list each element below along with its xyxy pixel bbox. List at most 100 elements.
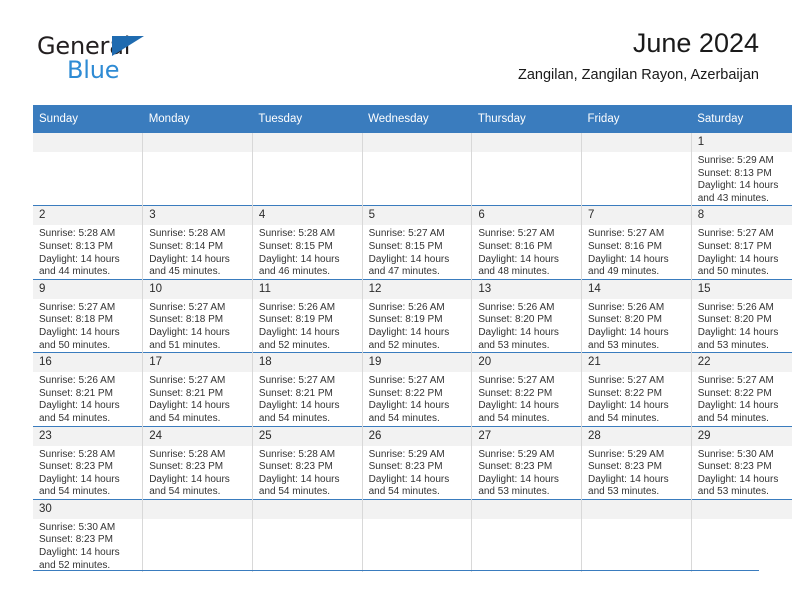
calendar-day-cell[interactable]: 21 Sunrise: 5:27 AM Sunset: 8:22 PM Dayligh…: [581, 352, 692, 426]
daylight-text-line1: Daylight: 14 hours: [697, 253, 779, 265]
calendar-day-cell[interactable]: 12 Sunrise: 5:26 AM Sunset: 8:19 PM Dayligh…: [362, 278, 473, 353]
calendar-day-cell-empty: [581, 133, 692, 206]
daylight-text-line2: and 53 minutes.: [588, 486, 660, 498]
calendar-day-cell[interactable]: 26 Sunrise: 5:29 AM Sunset: 8:23 PM Dayligh…: [362, 425, 473, 500]
daylight-text-line1: Daylight: 14 hours: [258, 326, 340, 338]
calendar-day-cell-empty: [581, 498, 692, 573]
sunset-text: Sunset: 8:17 PM: [697, 240, 772, 252]
day-number: 11: [252, 280, 362, 299]
sunrise-text: Sunrise: 5:27 AM: [368, 375, 445, 387]
calendar-day-cell[interactable]: 20 Sunrise: 5:27 AM Sunset: 8:22 PM Dayligh…: [471, 352, 583, 426]
calendar-day-cell[interactable]: 11 Sunrise: 5:26 AM Sunset: 8:19 PM Dayligh…: [252, 278, 363, 353]
calendar-day-cell[interactable]: 27 Sunrise: 5:29 AM Sunset: 8:23 PM Dayligh…: [471, 425, 583, 500]
sunset-text: Sunset: 8:15 PM: [258, 240, 333, 252]
day-number: 26: [362, 427, 471, 446]
day-sun-info: Sunrise: 5:27 AM Sunset: 8:18 PM Daylight:…: [33, 299, 142, 352]
calendar-day-cell[interactable]: 25 Sunrise: 5:28 AM Sunset: 8:23 PM Dayligh…: [252, 425, 363, 500]
calendar-day-cell-empty: [471, 498, 583, 573]
page-header: General Blue June 2024 Zangilan, Zangila…: [33, 26, 759, 98]
daylight-text-line2: and 54 minutes.: [39, 486, 111, 498]
calendar-day-cell[interactable]: 3 Sunrise: 5:28 AM Sunset: 8:14 PM Daylight…: [142, 205, 253, 280]
day-sun-info: Sunrise: 5:26 AM Sunset: 8:20 PM Daylight:…: [582, 299, 690, 352]
day-number: 22: [691, 353, 792, 373]
sunrise-text: Sunrise: 5:30 AM: [39, 521, 116, 533]
daylight-text-line1: Daylight: 14 hours: [478, 253, 559, 265]
day-sun-info: Sunrise: 5:26 AM Sunset: 8:20 PM Daylight:…: [472, 299, 580, 352]
calendar-day-cell[interactable]: 23 Sunrise: 5:28 AM Sunset: 8:23 PM Dayligh…: [33, 425, 144, 500]
sunset-text: Sunset: 8:14 PM: [149, 240, 224, 252]
calendar-day-cell[interactable]: 5 Sunrise: 5:27 AM Sunset: 8:15 PM Daylight…: [362, 205, 473, 280]
calendar-day-cell[interactable]: 1 Sunrise: 5:29 AM Sunset: 8:13 PM Daylight…: [691, 133, 792, 206]
day-number: [472, 500, 581, 519]
sunset-text: Sunset: 8:21 PM: [149, 387, 224, 399]
daylight-text-line1: Daylight: 14 hours: [368, 253, 450, 265]
sunrise-text: Sunrise: 5:27 AM: [588, 375, 665, 387]
sunset-text: Sunset: 8:23 PM: [39, 461, 113, 473]
calendar-day-cell[interactable]: 15 Sunrise: 5:26 AM Sunset: 8:20 PM Dayligh…: [691, 278, 792, 353]
daylight-text-line1: Daylight: 14 hours: [149, 326, 230, 338]
day-number: [252, 500, 362, 519]
day-sun-info: Sunrise: 5:27 AM Sunset: 8:17 PM Daylight:…: [692, 225, 792, 278]
sunrise-text: Sunrise: 5:27 AM: [478, 228, 555, 240]
daylight-text-line2: and 54 minutes.: [149, 486, 221, 498]
logo-text-blue: Blue: [67, 56, 120, 84]
day-number: 23: [33, 427, 142, 446]
calendar-day-cell[interactable]: 28 Sunrise: 5:29 AM Sunset: 8:23 PM Dayligh…: [581, 425, 692, 500]
calendar-week-row: 30 Sunrise: 5:30 AM Sunset: 8:23 PM Dayligh…: [33, 498, 792, 573]
calendar-day-cell[interactable]: 17 Sunrise: 5:27 AM Sunset: 8:21 PM Dayligh…: [142, 352, 253, 426]
daylight-text-line2: and 47 minutes.: [368, 266, 440, 278]
day-sun-info: Sunrise: 5:27 AM Sunset: 8:22 PM Daylight:…: [472, 372, 580, 425]
calendar-page: General Blue June 2024 Zangilan, Zangila…: [0, 0, 792, 612]
sunrise-text: Sunrise: 5:27 AM: [149, 301, 226, 313]
day-sun-info: Sunrise: 5:27 AM Sunset: 8:18 PM Daylight:…: [143, 299, 251, 352]
sunrise-text: Sunrise: 5:28 AM: [258, 448, 336, 460]
sunrise-text: Sunrise: 5:29 AM: [588, 448, 665, 460]
calendar-day-cell[interactable]: 16 Sunrise: 5:26 AM Sunset: 8:21 PM Dayligh…: [33, 352, 144, 426]
day-sun-info: Sunrise: 5:27 AM Sunset: 8:21 PM Daylight:…: [253, 372, 361, 425]
daylight-text-line2: and 54 minutes.: [258, 486, 331, 498]
calendar-week-row: 23 Sunrise: 5:28 AM Sunset: 8:23 PM Dayligh…: [33, 425, 792, 500]
calendar-day-cell[interactable]: 10 Sunrise: 5:27 AM Sunset: 8:18 PM Dayligh…: [142, 278, 253, 353]
sunrise-text: Sunrise: 5:28 AM: [39, 228, 116, 240]
sunrise-text: Sunrise: 5:28 AM: [149, 448, 226, 460]
day-sun-info: Sunrise: 5:28 AM Sunset: 8:23 PM Daylight:…: [143, 446, 251, 499]
calendar-day-cell[interactable]: 18 Sunrise: 5:27 AM Sunset: 8:21 PM Dayligh…: [252, 352, 363, 426]
daylight-text-line2: and 54 minutes.: [39, 412, 111, 424]
sunrise-text: Sunrise: 5:30 AM: [697, 448, 774, 460]
calendar-day-cell[interactable]: 7 Sunrise: 5:27 AM Sunset: 8:16 PM Daylight…: [581, 205, 692, 280]
day-number: 27: [472, 427, 581, 446]
sunset-text: Sunset: 8:22 PM: [588, 387, 662, 399]
calendar-header-row: Sunday Monday Tuesday Wednesday Thursday…: [33, 105, 792, 133]
calendar-day-cell[interactable]: 8 Sunrise: 5:27 AM Sunset: 8:17 PM Daylight…: [691, 205, 792, 280]
sunrise-text: Sunrise: 5:27 AM: [39, 301, 116, 313]
calendar-day-cell-empty: [142, 498, 253, 573]
calendar-day-cell[interactable]: 24 Sunrise: 5:28 AM Sunset: 8:23 PM Dayligh…: [142, 425, 253, 500]
calendar-week-row: 9 Sunrise: 5:27 AM Sunset: 8:18 PM Daylight…: [33, 278, 792, 353]
daylight-text-line2: and 53 minutes.: [697, 486, 769, 498]
calendar-day-cell[interactable]: 22 Sunrise: 5:27 AM Sunset: 8:22 PM Dayligh…: [691, 352, 792, 426]
day-number: 20: [472, 353, 581, 373]
general-blue-logo[interactable]: General Blue: [37, 32, 237, 90]
sunset-text: Sunset: 8:23 PM: [39, 534, 113, 546]
sunrise-text: Sunrise: 5:27 AM: [478, 375, 555, 387]
daylight-text-line2: and 50 minutes.: [39, 339, 111, 351]
calendar-day-cell[interactable]: 9 Sunrise: 5:27 AM Sunset: 8:18 PM Daylight…: [33, 278, 144, 353]
calendar-day-cell[interactable]: 30 Sunrise: 5:30 AM Sunset: 8:23 PM Dayligh…: [33, 498, 144, 573]
sunrise-text: Sunrise: 5:28 AM: [149, 228, 226, 240]
sunrise-text: Sunrise: 5:26 AM: [588, 301, 665, 313]
calendar-day-cell[interactable]: 4 Sunrise: 5:28 AM Sunset: 8:15 PM Daylight…: [252, 205, 363, 280]
calendar-day-cell[interactable]: 19 Sunrise: 5:27 AM Sunset: 8:22 PM Dayligh…: [362, 352, 473, 426]
calendar-day-cell[interactable]: 14 Sunrise: 5:26 AM Sunset: 8:20 PM Dayligh…: [581, 278, 692, 353]
calendar-day-cell[interactable]: 13 Sunrise: 5:26 AM Sunset: 8:20 PM Dayligh…: [471, 278, 583, 353]
daylight-text-line2: and 54 minutes.: [368, 412, 440, 424]
day-number: 7: [582, 206, 691, 226]
sunset-text: Sunset: 8:21 PM: [39, 387, 113, 399]
daylight-text-line1: Daylight: 14 hours: [39, 253, 120, 265]
daylight-text-line2: and 54 minutes.: [697, 412, 769, 424]
sunrise-text: Sunrise: 5:27 AM: [697, 228, 774, 240]
calendar-day-cell[interactable]: 29 Sunrise: 5:30 AM Sunset: 8:23 PM Dayligh…: [691, 425, 792, 500]
daylight-text-line1: Daylight: 14 hours: [39, 326, 120, 338]
calendar-day-cell[interactable]: 6 Sunrise: 5:27 AM Sunset: 8:16 PM Daylight…: [471, 205, 583, 280]
calendar-day-cell[interactable]: 2 Sunrise: 5:28 AM Sunset: 8:13 PM Daylight…: [33, 205, 144, 280]
day-number: [582, 133, 691, 152]
